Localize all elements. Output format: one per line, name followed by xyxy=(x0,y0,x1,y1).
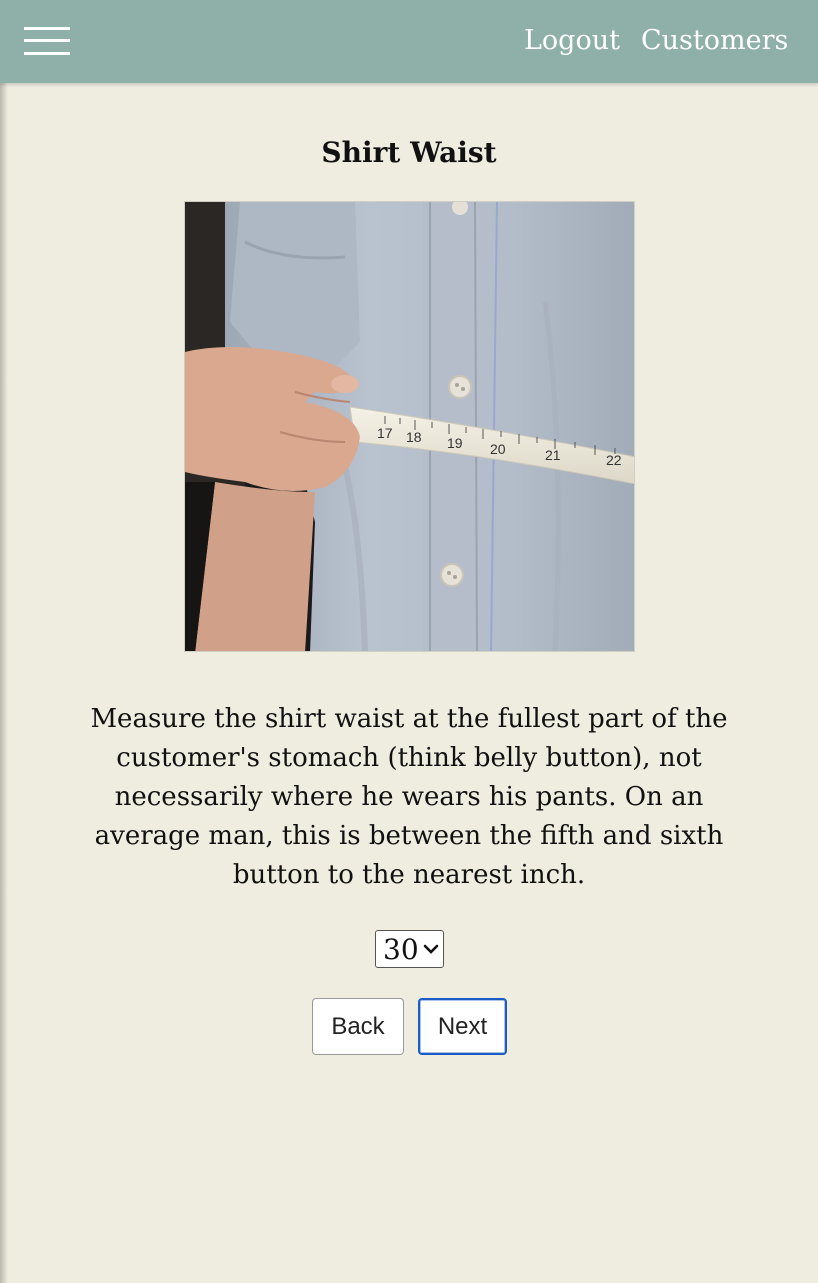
measurement-photo: 17 18 19 20 21 22 xyxy=(184,201,635,652)
waist-measurement-select[interactable]: 30 xyxy=(375,930,444,968)
next-button[interactable]: Next xyxy=(418,998,507,1055)
logout-link[interactable]: Logout xyxy=(524,22,620,60)
hamburger-menu-icon[interactable] xyxy=(24,26,70,56)
page-title: Shirt Waist xyxy=(321,136,497,169)
selected-value: 30 xyxy=(383,933,419,966)
top-navbar: Logout Customers xyxy=(0,0,818,83)
page-edge-shadow xyxy=(0,0,8,1283)
tape-label-17: 17 xyxy=(377,425,393,441)
tape-label-19: 19 xyxy=(447,435,463,451)
tape-label-21: 21 xyxy=(545,447,561,463)
tape-label-20: 20 xyxy=(490,441,506,457)
measurement-instructions: Measure the shirt waist at the fullest p… xyxy=(90,704,728,890)
tape-label-22: 22 xyxy=(606,452,622,468)
back-button[interactable]: Back xyxy=(312,998,404,1055)
tape-label-18: 18 xyxy=(406,429,422,445)
shirt-waist-illustration: 17 18 19 20 21 22 xyxy=(185,202,634,651)
customers-link[interactable]: Customers xyxy=(641,22,788,60)
chevron-down-icon xyxy=(423,944,439,954)
